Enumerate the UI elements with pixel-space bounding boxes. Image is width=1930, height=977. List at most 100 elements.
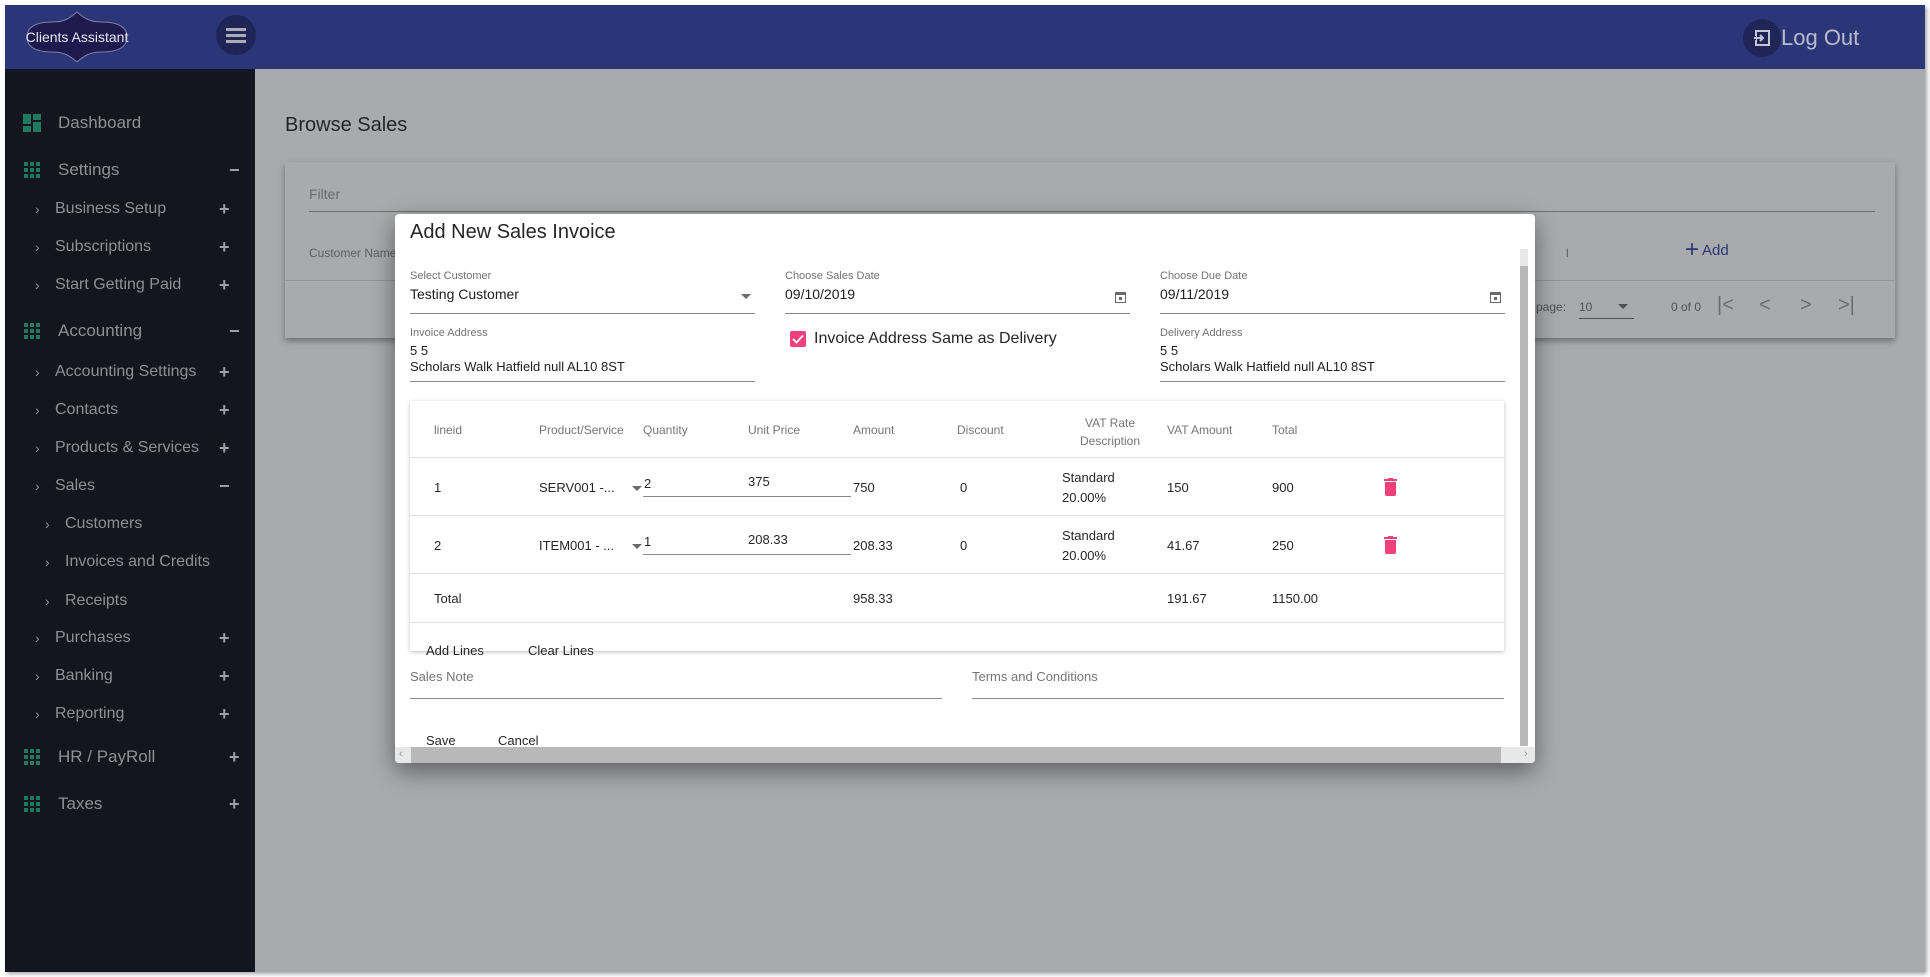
chevron-right-icon: ›: [45, 516, 50, 532]
terms-conditions-input[interactable]: Terms and Conditions: [972, 669, 1504, 699]
expand-icon[interactable]: +: [229, 747, 240, 768]
sidebar-item-invoices-credits[interactable]: › Invoices and Credits: [5, 547, 255, 577]
sidebar-item-contacts[interactable]: › Contacts +: [5, 395, 255, 425]
column-header-customer-name[interactable]: Customer Name: [309, 246, 396, 260]
add-sale-button[interactable]: + Add: [1685, 238, 1729, 262]
totals-row: Total 958.33 191.67 1150.00: [410, 574, 1504, 623]
sidebar-item-reporting[interactable]: › Reporting +: [5, 699, 255, 729]
collapse-icon[interactable]: −: [229, 160, 240, 181]
sidebar-item-purchases[interactable]: › Purchases +: [5, 623, 255, 653]
previous-page-icon[interactable]: <: [1759, 294, 1771, 317]
sidebar-item-sales[interactable]: › Sales −: [5, 471, 255, 501]
sidebar-item-subscriptions[interactable]: › Subscriptions +: [5, 232, 255, 262]
column-header-partial[interactable]: l: [1566, 246, 1569, 260]
save-button[interactable]: Save: [426, 733, 456, 748]
product-select[interactable]: SERV001 -...: [539, 480, 615, 495]
delivery-address-field[interactable]: Delivery Address 5 5 Scholars Walk Hatfi…: [1160, 327, 1505, 382]
chevron-right-icon: ›: [35, 478, 40, 494]
expand-icon[interactable]: +: [219, 666, 230, 687]
apps-grid-icon: [24, 323, 40, 339]
dropdown-arrow-icon: [741, 294, 751, 299]
collapse-icon[interactable]: −: [229, 321, 240, 342]
delete-icon[interactable]: [1384, 478, 1397, 496]
top-app-bar: Clients Assistant Log Out: [5, 5, 1925, 69]
menu-toggle-button[interactable]: [216, 15, 256, 55]
dropdown-arrow-icon[interactable]: [632, 544, 642, 549]
rows-per-page-select[interactable]: 10: [1579, 300, 1634, 319]
sidebar-item-start-getting-paid[interactable]: › Start Getting Paid +: [5, 270, 255, 300]
logout-label: Log Out: [1781, 25, 1860, 50]
apps-grid-icon: [24, 796, 40, 812]
horizontal-scrollbar-thumb[interactable]: [411, 747, 1501, 763]
sidebar-item-dashboard[interactable]: Dashboard: [5, 108, 255, 138]
next-page-icon[interactable]: >: [1800, 294, 1812, 317]
header-product: Product/Service: [539, 423, 624, 437]
vertical-scrollbar-thumb[interactable]: [1520, 266, 1528, 746]
delete-icon[interactable]: [1384, 536, 1397, 554]
dropdown-arrow-icon: [1618, 304, 1628, 309]
sidebar-item-receipts[interactable]: › Receipts: [5, 586, 255, 616]
page-count: 0 of 0: [1671, 300, 1702, 314]
expand-icon[interactable]: +: [219, 237, 230, 258]
scroll-right-icon[interactable]: ›: [1524, 748, 1528, 760]
select-customer-field[interactable]: Select Customer Testing Customer: [410, 270, 755, 314]
dashboard-icon: [23, 114, 41, 132]
expand-icon[interactable]: +: [219, 362, 230, 383]
expand-icon[interactable]: +: [219, 628, 230, 649]
same-as-delivery-checkbox[interactable]: Invoice Address Same as Delivery: [790, 330, 1057, 348]
sidebar-item-customers[interactable]: › Customers: [5, 509, 255, 539]
scroll-left-icon[interactable]: ‹: [399, 748, 403, 760]
first-page-icon[interactable]: |<: [1717, 294, 1734, 317]
table-row: 2 ITEM001 - ... 1 208.33 208.33 0 Standa…: [410, 516, 1504, 574]
chevron-right-icon: ›: [35, 239, 40, 255]
logout-icon: [1743, 19, 1781, 57]
chevron-right-icon: ›: [45, 554, 50, 570]
table-header: lineid Product/Service Quantity Unit Pri…: [410, 401, 1504, 458]
sidebar-item-banking[interactable]: › Banking +: [5, 661, 255, 691]
chevron-right-icon: ›: [35, 668, 40, 684]
expand-icon[interactable]: +: [219, 438, 230, 459]
collapse-icon[interactable]: −: [219, 476, 230, 497]
page-title: Browse Sales: [285, 114, 408, 136]
chevron-right-icon: ›: [35, 706, 40, 722]
logout-button[interactable]: Log Out: [1743, 18, 1859, 58]
sales-note-input[interactable]: Sales Note: [410, 669, 942, 699]
product-select[interactable]: ITEM001 - ...: [539, 538, 614, 553]
sidebar-item-products-services[interactable]: › Products & Services +: [5, 433, 255, 463]
expand-icon[interactable]: +: [219, 400, 230, 421]
sidebar-item-accounting[interactable]: Accounting −: [5, 316, 255, 346]
sidebar-item-hr-payroll[interactable]: HR / PayRoll +: [5, 742, 255, 772]
checkbox-checked-icon[interactable]: [790, 331, 806, 347]
chevron-right-icon: ›: [35, 277, 40, 293]
sales-date-field[interactable]: Choose Sales Date 09/10/2019: [785, 270, 1130, 314]
add-lines-button[interactable]: Add Lines: [426, 643, 484, 658]
due-date-field[interactable]: Choose Due Date 09/11/2019: [1160, 270, 1505, 314]
header-vat-rate: VAT Rate Description: [1079, 416, 1141, 448]
calendar-icon[interactable]: [1490, 292, 1501, 303]
chevron-right-icon: ›: [35, 402, 40, 418]
sidebar-item-settings[interactable]: Settings −: [5, 155, 255, 185]
last-page-icon[interactable]: >|: [1838, 294, 1855, 317]
app-logo[interactable]: Clients Assistant: [19, 10, 135, 65]
sidebar-item-accounting-settings[interactable]: › Accounting Settings +: [5, 357, 255, 387]
add-sales-invoice-dialog: Add New Sales Invoice Select Customer Te…: [395, 214, 1535, 763]
chevron-right-icon: ›: [35, 201, 40, 217]
expand-icon[interactable]: +: [219, 199, 230, 220]
cancel-button[interactable]: Cancel: [498, 733, 538, 748]
hamburger-icon: [226, 27, 246, 31]
expand-icon[interactable]: +: [219, 275, 230, 296]
filter-input[interactable]: Filter: [309, 182, 1875, 212]
clear-lines-button[interactable]: Clear Lines: [528, 643, 594, 658]
quantity-unitprice-input[interactable]: 2 375: [643, 472, 851, 497]
quantity-unitprice-input[interactable]: 1 208.33: [643, 530, 851, 555]
app-logo-text: Clients Assistant: [25, 29, 129, 45]
calendar-icon[interactable]: [1115, 292, 1126, 303]
expand-icon[interactable]: +: [219, 704, 230, 725]
rows-per-page-label: page:: [1536, 300, 1567, 314]
expand-icon[interactable]: +: [229, 794, 240, 815]
sidebar-item-business-setup[interactable]: › Business Setup +: [5, 194, 255, 224]
invoice-address-field[interactable]: Invoice Address 5 5 Scholars Walk Hatfie…: [410, 327, 755, 382]
sidebar-item-taxes[interactable]: Taxes +: [5, 789, 255, 819]
header-quantity: Quantity: [643, 423, 688, 437]
dropdown-arrow-icon[interactable]: [632, 486, 642, 491]
